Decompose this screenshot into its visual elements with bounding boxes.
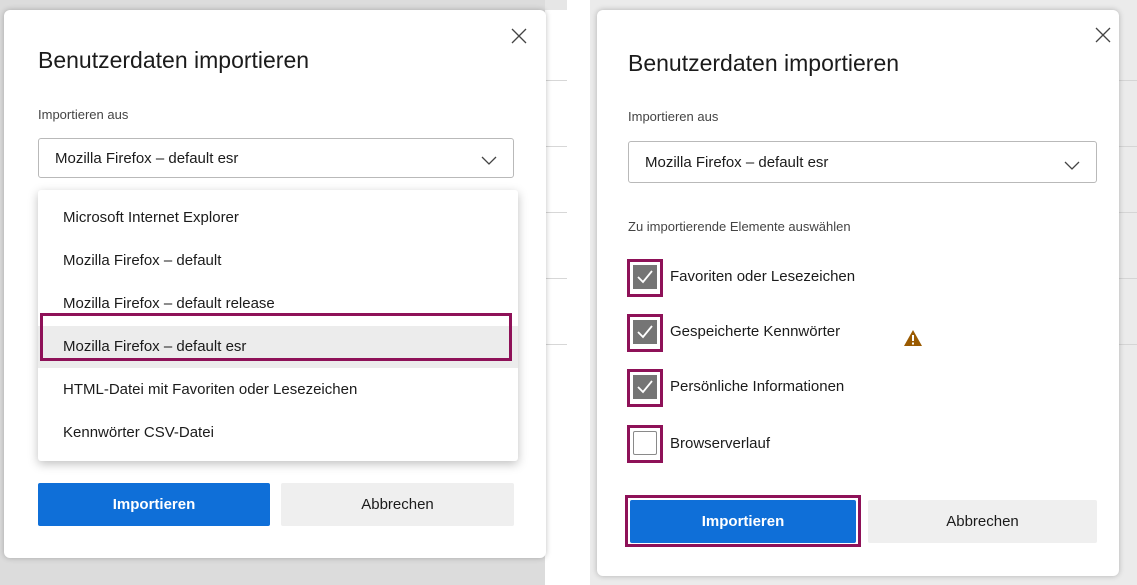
chevron-down-icon [481,153,497,171]
dropdown-option[interactable]: Mozilla Firefox – default [38,240,518,282]
checkbox-label: Gespeicherte Kennwörter [670,323,841,340]
option-label: Mozilla Firefox – default release [63,295,275,312]
close-icon[interactable] [1094,26,1112,44]
cancel-button[interactable]: Abbrechen [281,483,514,526]
dropdown-option[interactable]: Mozilla Firefox – default release [38,283,518,325]
dropdown-option[interactable]: Microsoft Internet Explorer [38,197,518,239]
import-button[interactable]: Importieren [630,500,856,543]
dropdown-option-selected[interactable]: Mozilla Firefox – default esr [38,326,518,368]
import-source-dropdown: Microsoft Internet Explorer Mozilla Fire… [38,190,518,461]
option-label: Kennwörter CSV-Datei [63,424,214,441]
checkmark-icon [637,380,653,394]
checkbox-label: Browserverlauf [670,435,771,452]
import-source-select[interactable]: Mozilla Firefox – default esr [628,141,1097,183]
checkbox-favorites[interactable] [633,265,657,289]
close-icon[interactable] [510,27,528,45]
dropdown-option[interactable]: Kennwörter CSV-Datei [38,412,518,454]
warning-icon[interactable] [903,329,923,352]
import-dialog-items: Benutzerdaten importieren Importieren au… [597,10,1119,576]
checkmark-icon [637,325,653,339]
items-label: Zu importierende Elemente auswählen [628,219,851,234]
import-button[interactable]: Importieren [38,483,270,526]
import-dialog-dropdown-open: Benutzerdaten importieren Importieren au… [4,10,546,558]
dropdown-option[interactable]: HTML-Datei mit Favoriten oder Lesezeiche… [38,369,518,411]
import-from-label: Importieren aus [628,109,719,124]
checkmark-icon [637,270,653,284]
dialog-title: Benutzerdaten importieren [38,47,310,73]
option-label: Mozilla Firefox – default [63,252,222,269]
option-label: Microsoft Internet Explorer [63,209,239,226]
checkbox-history[interactable] [633,431,657,455]
checkbox-label: Persönliche Informationen [670,378,845,395]
checkbox-personal-info[interactable] [633,375,657,399]
chevron-down-icon [1064,158,1080,176]
import-source-value: Mozilla Firefox – default esr [645,154,829,171]
checkbox-label: Favoriten oder Lesezeichen [670,268,856,285]
cancel-button[interactable]: Abbrechen [868,500,1097,543]
option-label: HTML-Datei mit Favoriten oder Lesezeiche… [63,381,358,398]
import-from-label: Importieren aus [38,107,129,122]
option-label: Mozilla Firefox – default esr [63,338,247,355]
import-source-select[interactable]: Mozilla Firefox – default esr [38,138,514,178]
dialog-title: Benutzerdaten importieren [628,50,900,76]
import-source-value: Mozilla Firefox – default esr [55,150,239,167]
checkbox-passwords[interactable] [633,320,657,344]
